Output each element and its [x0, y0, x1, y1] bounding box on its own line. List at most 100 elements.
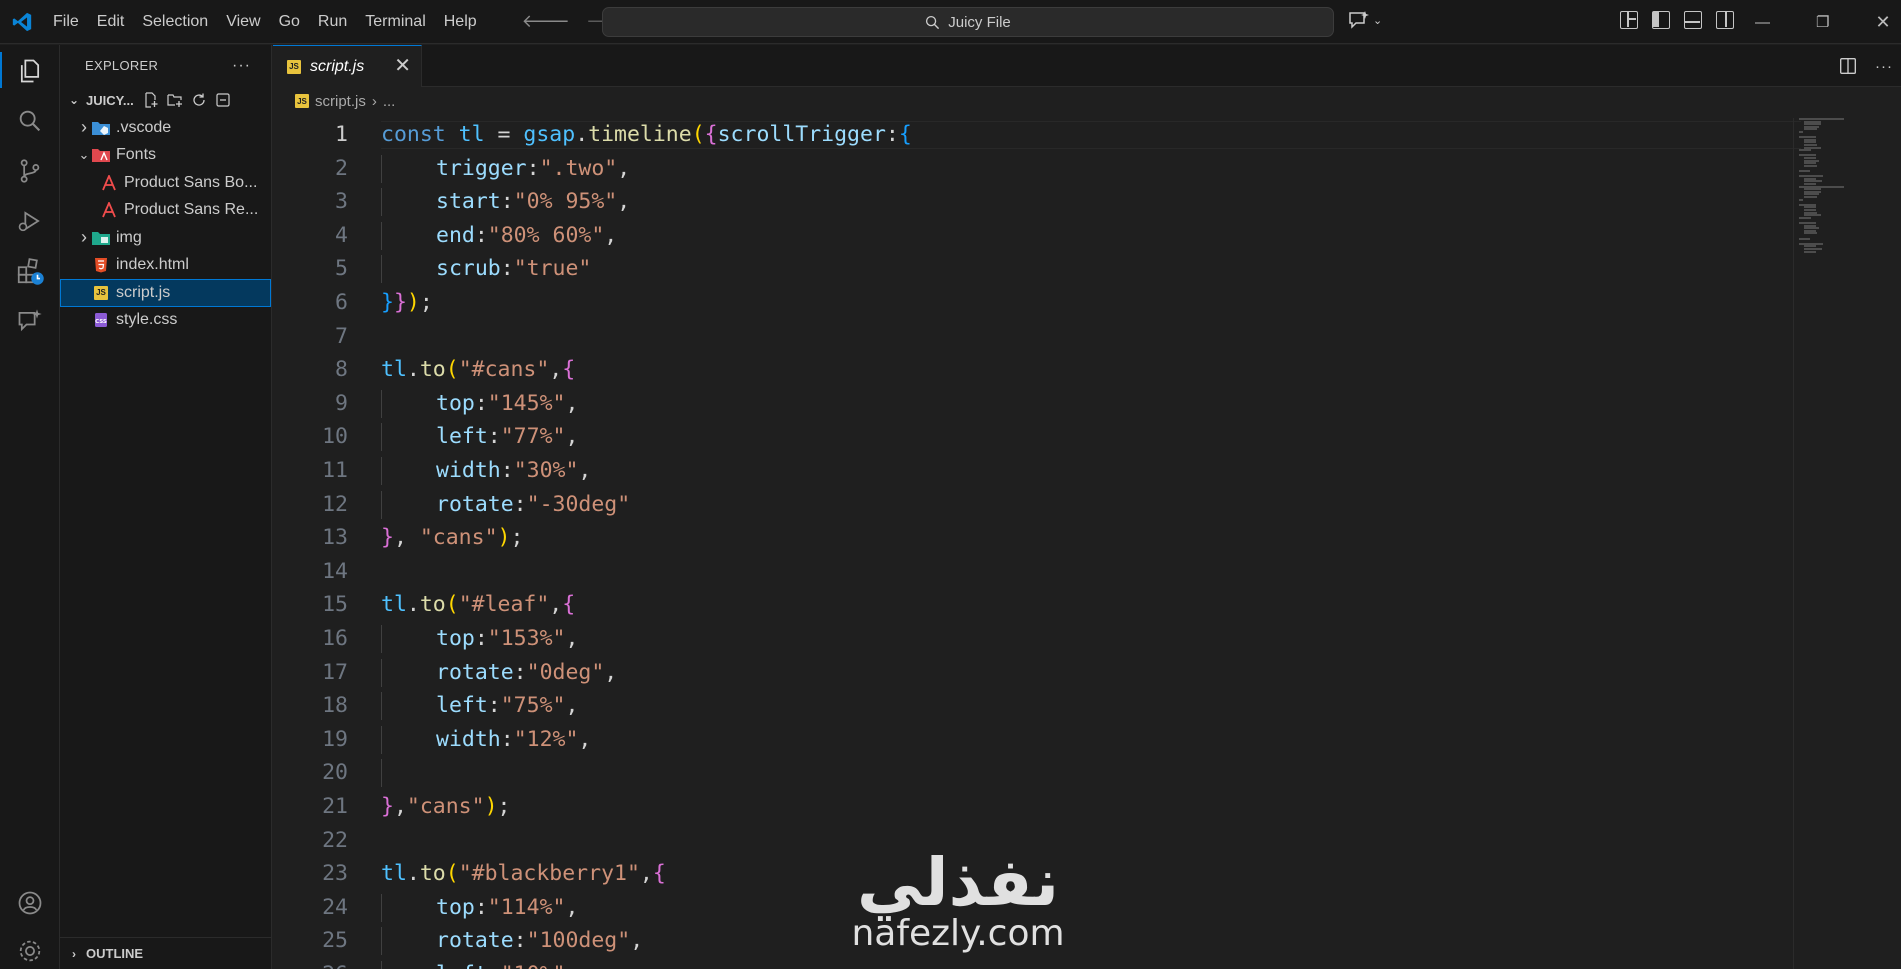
close-window-icon[interactable]: ✕: [1875, 12, 1890, 33]
menu-help[interactable]: Help: [435, 0, 486, 44]
run-debug-icon[interactable]: [14, 205, 46, 237]
code-token: to: [419, 592, 446, 618]
code-token: :: [474, 222, 488, 248]
code-editor[interactable]: 1 const tl = gsap.timeline({scrollTrigger…: [273, 118, 1901, 969]
chevron-right-icon: ›: [81, 117, 87, 138]
code-token: top: [436, 626, 475, 651]
code-token: rotate: [436, 928, 514, 954]
collapse-all-icon[interactable]: [215, 92, 231, 108]
indent-guide: [381, 692, 382, 721]
code-token: "77%": [500, 424, 566, 450]
settings-gear-icon[interactable]: [14, 935, 46, 967]
code-token: ,: [565, 424, 579, 450]
tree-folder[interactable]: ⌄ Fonts: [60, 142, 271, 170]
menu-terminal[interactable]: Terminal: [356, 0, 434, 44]
line-number: 10: [322, 424, 348, 450]
indent-guide: [381, 893, 382, 922]
code-token: ,: [549, 592, 563, 618]
vscode-logo-icon: [0, 0, 44, 44]
tree-item-label: index.html: [116, 256, 189, 274]
line-number: 18: [322, 693, 348, 719]
tree-folder[interactable]: › .vscode: [60, 114, 271, 142]
accounts-icon[interactable]: [14, 887, 46, 919]
code-text: top:"145%",: [436, 390, 578, 418]
menu-selection[interactable]: Selection: [133, 0, 217, 44]
code-token: "true": [513, 256, 592, 282]
indent-guide: [381, 961, 382, 969]
minimap-line: [1804, 232, 1818, 235]
search-view-icon[interactable]: [14, 105, 46, 137]
explorer-sidebar: EXPLORER ··· ⌄ JUICY... › .vscode ⌄ Fonts Pr…: [60, 45, 272, 969]
menu-go[interactable]: Go: [270, 0, 309, 44]
code-token: .: [406, 592, 420, 618]
extensions-icon[interactable]: [14, 255, 46, 287]
code-line: 17 rotate:"0deg",: [273, 658, 1793, 687]
code-token: (: [445, 592, 459, 618]
more-actions-icon[interactable]: ···: [232, 57, 251, 75]
minimize-icon[interactable]: —: [1755, 14, 1770, 31]
code-token: }: [381, 794, 394, 819]
breadcrumb-rest[interactable]: ...: [383, 93, 396, 110]
minimap-line: [1799, 216, 1812, 219]
toggle-panel-icon[interactable]: [1684, 11, 1702, 29]
code-token: ,: [393, 794, 407, 819]
code-text: tl.to("#cans",{: [381, 356, 575, 384]
code-token: ,: [639, 861, 653, 887]
font-file-icon: [100, 202, 118, 218]
tab-script-js[interactable]: JS script.js ✕: [273, 45, 422, 87]
menu-file[interactable]: File: [44, 0, 88, 44]
menu-run[interactable]: Run: [309, 0, 356, 44]
outline-section[interactable]: › OUTLINE: [60, 937, 272, 969]
code-line: 15 tl.to("#leaf",{: [273, 591, 1793, 619]
minimap-divider: [1793, 118, 1794, 969]
code-token: =: [484, 122, 524, 147]
code-text: rotate:"0deg",: [436, 659, 617, 687]
code-text: left:"75%",: [436, 692, 578, 720]
minimap[interactable]: [1797, 118, 1877, 253]
restore-icon[interactable]: ❐: [1816, 13, 1829, 31]
code-line: 16 top:"153%",: [273, 625, 1793, 653]
customize-layout-icon[interactable]: [1620, 11, 1638, 29]
breadcrumb-file[interactable]: script.js: [315, 93, 366, 110]
editor-more-icon[interactable]: ···: [1875, 58, 1893, 75]
menu-view[interactable]: View: [217, 0, 269, 44]
split-editor-icon[interactable]: [1839, 57, 1857, 75]
workspace-root[interactable]: ⌄ JUICY...: [60, 86, 271, 114]
code-token: left: [436, 962, 488, 969]
back-arrow-icon[interactable]: 🡐: [522, 11, 570, 32]
tree-file[interactable]: JS script.js: [60, 279, 271, 307]
command-center-search[interactable]: Juicy File: [602, 7, 1334, 37]
chat-icon[interactable]: [14, 305, 46, 337]
code-text: }});: [381, 289, 433, 317]
tree-file[interactable]: Product Sans Re...: [60, 197, 271, 225]
refresh-icon[interactable]: [191, 92, 207, 108]
new-folder-icon[interactable]: [167, 92, 183, 108]
code-text: },"cans");: [381, 793, 510, 821]
code-token: ;: [497, 794, 511, 819]
code-token: ;: [510, 525, 524, 551]
menu-edit[interactable]: Edit: [88, 0, 134, 44]
tree-file[interactable]: Product Sans Bo...: [60, 169, 271, 197]
tree-item-label: Product Sans Bo...: [124, 173, 258, 191]
code-token: tl: [381, 357, 407, 383]
code-token: :: [500, 726, 514, 752]
close-tab-icon[interactable]: ✕: [394, 56, 411, 76]
indent-guide: [381, 490, 382, 519]
toggle-secondary-sidebar-icon[interactable]: [1716, 11, 1734, 29]
line-number: 23: [322, 861, 348, 887]
tree-file[interactable]: index.html: [60, 252, 271, 280]
file-tree: › .vscode ⌄ Fonts Product Sans Bo... Product …: [60, 114, 271, 334]
minimap-line: [1799, 149, 1812, 152]
minimap-line: [1799, 131, 1804, 133]
line-number: 22: [322, 827, 348, 853]
copilot-chat-button[interactable]: ⌄: [1348, 10, 1382, 30]
tree-file[interactable]: CSS style.css: [60, 307, 271, 335]
toggle-primary-sidebar-icon[interactable]: [1652, 11, 1670, 29]
tree-folder[interactable]: › img: [60, 224, 271, 252]
code-line: 18 left:"75%",: [273, 692, 1793, 721]
explorer-icon[interactable]: [14, 55, 46, 87]
source-control-icon[interactable]: [14, 155, 46, 187]
new-file-icon[interactable]: [143, 92, 159, 108]
code-token: "153%": [487, 626, 566, 651]
watermark-url: nafezly.com: [851, 913, 1065, 954]
